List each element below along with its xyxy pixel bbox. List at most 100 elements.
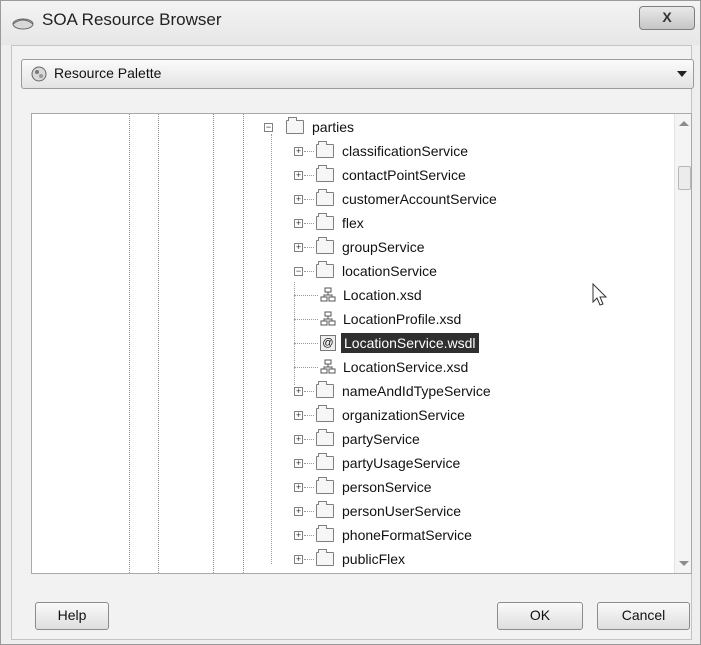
title-bar[interactable]: SOA Resource Browser X: [1, 1, 700, 45]
expand-icon[interactable]: +: [294, 219, 303, 228]
tree-line: [304, 175, 314, 176]
tree-leaf[interactable]: Location.xsd: [294, 285, 560, 305]
tree-node-label: phoneFormatService: [342, 527, 472, 543]
tree-leaf[interactable]: LocationService.xsd: [294, 357, 560, 377]
tree-node[interactable]: + personService: [294, 477, 554, 497]
expand-icon[interactable]: +: [294, 435, 303, 444]
expand-icon[interactable]: +: [294, 243, 303, 252]
tree-node[interactable]: + nameAndIdTypeService: [294, 381, 554, 401]
tree-node-label: LocationProfile.xsd: [343, 311, 462, 327]
expand-icon[interactable]: +: [294, 531, 303, 540]
tree-line: [304, 559, 314, 560]
tree-node[interactable]: + contactPointService: [294, 165, 554, 185]
tree-node[interactable]: + customerAccountService: [294, 189, 554, 209]
tree-node[interactable]: + flex: [294, 213, 554, 233]
tree-line: [304, 199, 314, 200]
tree-leaf-selected[interactable]: @ LocationService.wsdl: [294, 333, 560, 353]
tree-node[interactable]: + organizationService: [294, 405, 554, 425]
help-button[interactable]: Help: [35, 602, 109, 630]
tree-node-label: LocationService.wsdl: [341, 333, 479, 353]
tree-line: [304, 391, 314, 392]
folder-icon: [316, 525, 334, 542]
palette-select[interactable]: Resource Palette: [21, 59, 694, 89]
tree-node-label: Location.xsd: [343, 287, 422, 303]
schema-icon: [320, 359, 336, 374]
tree-node[interactable]: + classificationService: [294, 141, 554, 161]
tree-line: [304, 439, 314, 440]
tree-line: [271, 134, 272, 564]
schema-icon: [320, 287, 336, 302]
folder-icon: [316, 237, 334, 254]
expand-icon[interactable]: +: [294, 147, 303, 156]
tree-node-label: partyUsageService: [342, 455, 461, 471]
tree-line: [304, 535, 314, 536]
expand-icon[interactable]: +: [294, 171, 303, 180]
folder-icon: [316, 381, 334, 398]
column-divider: [243, 114, 244, 573]
expand-icon[interactable]: +: [294, 411, 303, 420]
folder-icon: [316, 453, 334, 470]
folder-icon: [286, 117, 304, 134]
tree-line: [304, 463, 314, 464]
palette-icon: [31, 66, 47, 82]
expand-icon[interactable]: +: [294, 507, 303, 516]
tree-node[interactable]: + groupService: [294, 237, 554, 257]
tree-line: [294, 282, 295, 385]
tree-line: [304, 247, 314, 248]
tree-node-label: parties: [312, 119, 355, 135]
tree-node[interactable]: + personUserService: [294, 501, 554, 521]
tree-leaf[interactable]: LocationProfile.xsd: [294, 309, 560, 329]
tree-line: [304, 487, 314, 488]
ok-button[interactable]: OK: [497, 602, 583, 630]
column-divider: [158, 114, 159, 573]
close-button[interactable]: X: [639, 6, 695, 30]
tree-node[interactable]: + publicFlex: [294, 549, 554, 569]
folder-icon: [316, 189, 334, 206]
tree-node-locationservice[interactable]: − locationService: [294, 261, 554, 281]
expand-icon[interactable]: +: [294, 195, 303, 204]
soa-icon: [12, 18, 34, 30]
tree-line: [294, 319, 318, 320]
expand-icon[interactable]: +: [294, 459, 303, 468]
tree-node-label: personUserService: [342, 503, 462, 519]
folder-icon: [316, 261, 334, 278]
tree-node-label: locationService: [342, 263, 437, 279]
tree-node-label: partyService: [342, 431, 420, 447]
tree-node[interactable]: + phoneFormatService: [294, 525, 554, 545]
tree-line: [294, 343, 318, 344]
column-divider: [213, 114, 214, 573]
tree-line: [304, 415, 314, 416]
tree-node[interactable]: + partyService: [294, 429, 554, 449]
expand-icon[interactable]: +: [294, 387, 303, 396]
tree-node-label: flex: [342, 215, 364, 231]
resource-tree[interactable]: − parties + classificationService + cont…: [31, 113, 692, 574]
tree-node-label: nameAndIdTypeService: [342, 383, 491, 399]
tree-node-label: personService: [342, 479, 432, 495]
tree-node-parties[interactable]: − parties: [264, 117, 464, 137]
folder-icon: [316, 213, 334, 230]
tree-node-label: contactPointService: [342, 167, 466, 183]
column-divider: [129, 114, 130, 573]
chevron-down-icon[interactable]: [677, 71, 687, 77]
tree-node-label: LocationService.xsd: [343, 359, 469, 375]
scroll-down-icon[interactable]: [679, 561, 689, 566]
collapse-icon[interactable]: −: [264, 123, 273, 132]
tree-line: [304, 511, 314, 512]
tree-line: [294, 367, 318, 368]
scrollbar-thumb[interactable]: [678, 166, 691, 190]
expand-icon[interactable]: +: [294, 483, 303, 492]
cancel-button[interactable]: Cancel: [597, 602, 690, 630]
vertical-scrollbar[interactable]: [674, 114, 691, 573]
scroll-up-icon[interactable]: [679, 121, 689, 126]
collapse-icon[interactable]: −: [294, 267, 303, 276]
dialog-window: SOA Resource Browser X Resource Palette …: [0, 0, 701, 645]
window-title: SOA Resource Browser: [42, 10, 222, 29]
tree-line: [304, 271, 314, 272]
folder-icon: [316, 165, 334, 182]
expand-icon[interactable]: +: [294, 555, 303, 564]
tree-node[interactable]: + partyUsageService: [294, 453, 554, 473]
wsdl-icon: @: [320, 335, 336, 351]
folder-icon: [316, 405, 334, 422]
tree-node-label: groupService: [342, 239, 425, 255]
tree-node-label: classificationService: [342, 143, 469, 159]
